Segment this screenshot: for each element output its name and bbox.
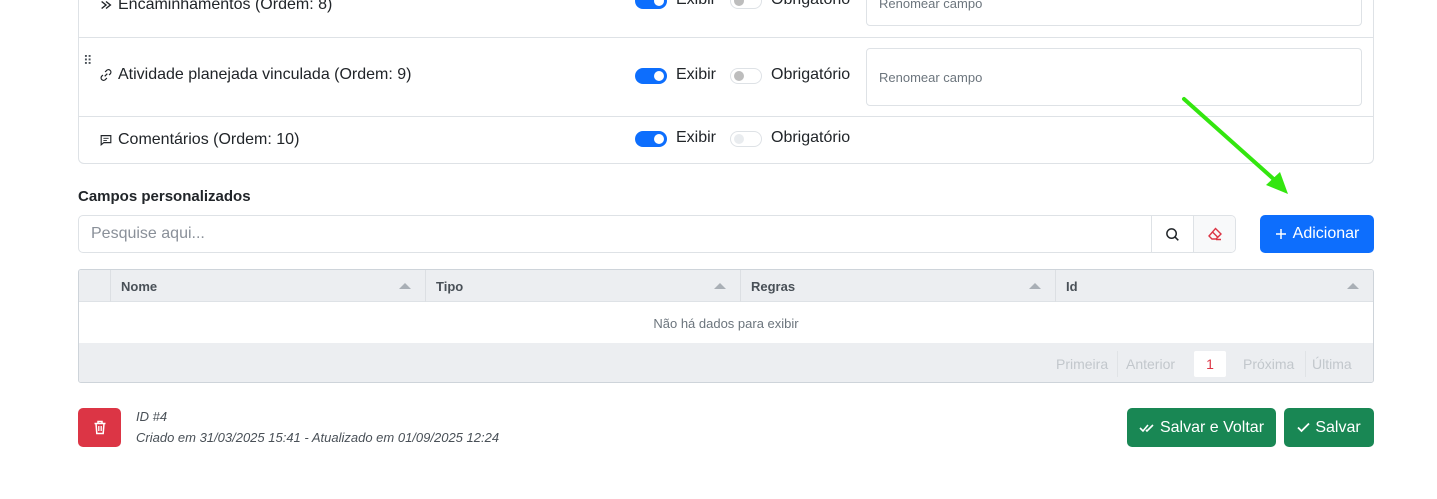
page-next-button[interactable]: Próxima: [1243, 351, 1294, 377]
sort-icon: [399, 283, 411, 289]
annotation-arrow-icon: [1182, 97, 1288, 194]
sort-icon: [714, 283, 726, 289]
sort-icon: [1347, 283, 1359, 289]
empty-message: Não há dados para exibir: [653, 315, 799, 331]
divider: [1117, 351, 1118, 377]
drag-handle-icon[interactable]: ⠿: [83, 54, 92, 67]
required-label: Obrigatório: [771, 129, 851, 146]
search-bar: [78, 215, 1236, 253]
pagination: Primeira Anterior 1 Próxima Última: [79, 343, 1373, 382]
check-icon: [1297, 422, 1310, 433]
show-toggle[interactable]: [635, 68, 667, 84]
add-custom-field-button[interactable]: Adicionar: [1260, 215, 1374, 253]
search-icon: [1166, 227, 1179, 241]
trash-icon: [94, 420, 105, 435]
sort-icon: [1029, 283, 1041, 289]
required-toggle[interactable]: [730, 0, 762, 9]
show-label: Exibir: [676, 66, 717, 83]
column-header-nome[interactable]: Nome: [110, 270, 425, 302]
record-timestamps: Criado em 31/03/2025 15:41 - Atualizado …: [136, 430, 500, 445]
required-toggle[interactable]: [730, 68, 762, 84]
field-row-encaminhamentos: Encaminhamentos (Ordem: 8) Exibir Obriga…: [79, 0, 1373, 38]
table-header: Nome Tipo Regras Id: [79, 270, 1373, 302]
comment-icon: [100, 135, 112, 147]
search-button[interactable]: [1151, 216, 1193, 252]
rename-field-input[interactable]: Renomear campo: [866, 0, 1362, 26]
custom-fields-table: Nome Tipo Regras Id Não há dados para ex…: [78, 269, 1374, 383]
search-input[interactable]: [79, 216, 1151, 252]
save-and-back-button[interactable]: Salvar e Voltar: [1127, 408, 1276, 447]
double-check-icon: [1139, 423, 1154, 432]
required-toggle: [730, 131, 762, 147]
record-id: ID #4: [136, 409, 168, 424]
field-label: Comentários (Ordem: 10): [99, 131, 299, 149]
page-current-button[interactable]: 1: [1194, 351, 1226, 377]
plus-icon: [1275, 229, 1286, 239]
save-button[interactable]: Salvar: [1284, 408, 1374, 447]
link-icon: [100, 69, 112, 81]
forward-icon: [101, 0, 112, 10]
required-label: Obrigatório: [771, 0, 850, 9]
page-first-button[interactable]: Primeira: [1056, 351, 1108, 377]
show-label: Exibir: [676, 129, 717, 146]
field-label: Encaminhamentos (Ordem: 8): [99, 0, 332, 14]
clear-search-button[interactable]: [1193, 216, 1235, 252]
column-header-id[interactable]: Id: [1055, 270, 1373, 302]
column-header-regras[interactable]: Regras: [740, 270, 1055, 302]
required-label: Obrigatório: [771, 66, 851, 83]
column-header-tipo[interactable]: Tipo: [425, 270, 740, 302]
show-toggle[interactable]: [635, 0, 667, 9]
field-label: Atividade planejada vinculada (Ordem: 9): [99, 66, 412, 84]
divider: [1305, 351, 1306, 377]
delete-button[interactable]: [78, 408, 121, 447]
section-title: Campos personalizados: [78, 188, 251, 205]
show-label: Exibir: [676, 0, 716, 9]
page-prev-button[interactable]: Anterior: [1126, 351, 1175, 377]
page-last-button[interactable]: Última: [1312, 351, 1352, 377]
eraser-icon: [1207, 227, 1222, 241]
show-toggle[interactable]: [635, 131, 667, 147]
